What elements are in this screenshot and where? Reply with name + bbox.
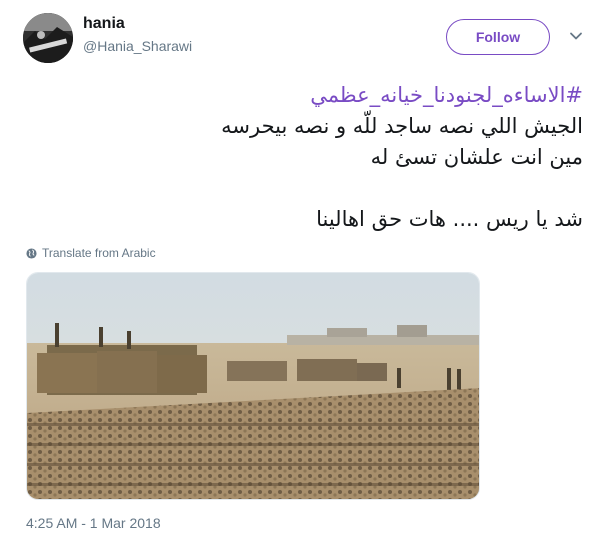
tweet-photo[interactable] — [26, 272, 480, 500]
avatar[interactable] — [23, 13, 73, 63]
chevron-down-icon[interactable] — [568, 28, 584, 44]
user-handle[interactable]: @Hania_Sharawi — [83, 38, 192, 54]
globe-icon — [26, 247, 37, 259]
tweet-timestamp[interactable]: 4:25 AM - 1 Mar 2018 — [26, 515, 161, 531]
display-name[interactable]: hania — [83, 15, 125, 33]
follow-button[interactable]: Follow — [446, 19, 550, 55]
tweet-line: مين انت علشان تسئ له — [370, 145, 583, 169]
tweet-text: #الاساءه_لجنودنا_خيانه_عظمي الجيش اللي ن… — [23, 80, 583, 235]
tweet-line: الجيش اللي نصه ساجد للّه و نصه بيحرسه — [221, 114, 583, 138]
hashtag-link[interactable]: #الاساءه_لجنودنا_خيانه_عظمي — [23, 80, 583, 111]
photo-soldiers-praying — [27, 273, 479, 499]
translate-link[interactable]: Translate from Arabic — [26, 246, 156, 260]
translate-label: Translate from Arabic — [42, 246, 156, 260]
tweet-line: شد يا ريس .... هات حق اهالينا — [316, 207, 583, 231]
